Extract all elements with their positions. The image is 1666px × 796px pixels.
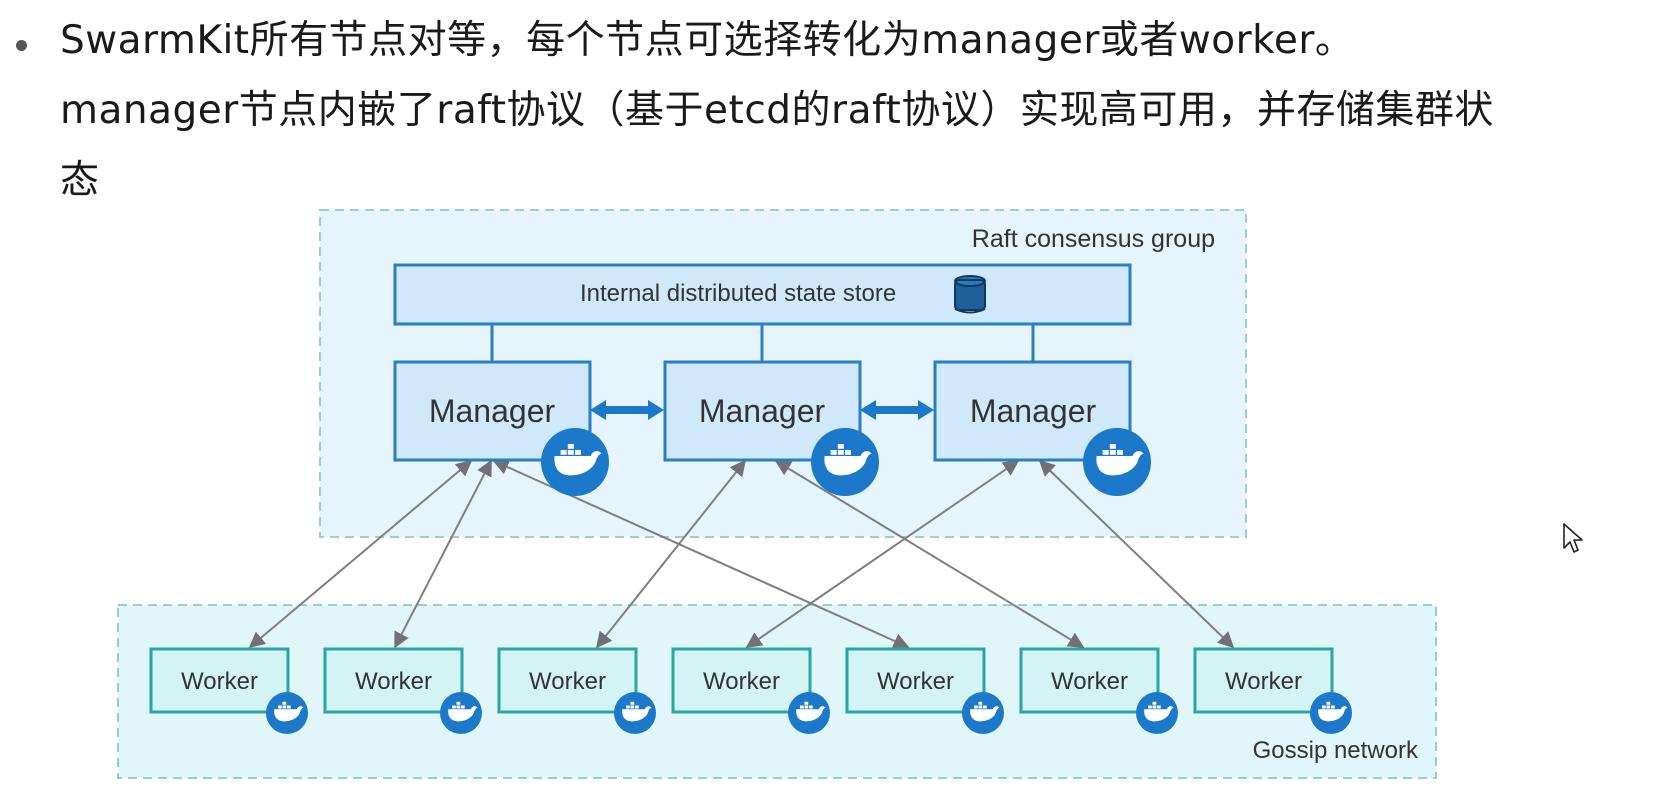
worker-label: Worker	[529, 668, 606, 695]
worker-label: Worker	[703, 668, 780, 695]
docker-whale-icon	[440, 692, 482, 734]
docker-whale-icon	[266, 692, 308, 734]
docker-whale-icon	[962, 692, 1004, 734]
database-icon	[954, 275, 986, 314]
docker-whale-icon	[541, 428, 609, 496]
swarm-architecture-diagram: Raft consensus group Gossip network Inte…	[117, 209, 1437, 779]
worker-label: Worker	[355, 668, 432, 695]
docker-whale-icon	[811, 428, 879, 496]
raft-group-label: Raft consensus group	[972, 225, 1215, 253]
manager-label: Manager	[970, 393, 1097, 429]
docker-whale-icon	[1136, 692, 1178, 734]
docker-whale-icon	[788, 692, 830, 734]
manager-label: Manager	[699, 393, 826, 429]
docker-whale-icon	[1083, 428, 1151, 496]
docker-whale-icon	[614, 692, 656, 734]
state-store-label: Internal distributed state store	[580, 280, 896, 307]
mouse-cursor-icon	[1563, 523, 1583, 553]
worker-label: Worker	[181, 668, 258, 695]
docker-whale-icon	[1310, 692, 1352, 734]
worker-label: Worker	[1225, 668, 1302, 695]
worker-label: Worker	[1051, 668, 1128, 695]
gossip-network-label: Gossip network	[1253, 737, 1419, 764]
manager-label: Manager	[429, 393, 556, 429]
worker-label: Worker	[877, 668, 954, 695]
